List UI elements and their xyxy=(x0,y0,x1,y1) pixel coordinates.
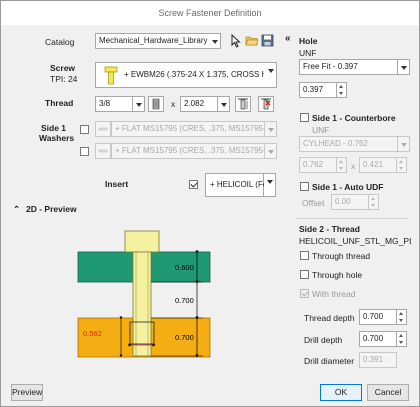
side2-title: Side 2 - Thread xyxy=(299,224,360,234)
thread-pitch-icon[interactable] xyxy=(148,96,164,112)
drill-depth-label: Drill depth xyxy=(304,335,343,345)
washer2-select[interactable]: + FLAT MS15795 (CRES, .375, MS15795-4 xyxy=(111,143,265,159)
offset-label: Offset xyxy=(302,198,325,208)
screw-shank xyxy=(132,251,152,357)
preview-collapse-icon[interactable]: ⌃ xyxy=(13,204,20,215)
insert-select[interactable]: + HELICOIL (Fo xyxy=(205,173,268,197)
insert-dropdown-arrow[interactable] xyxy=(264,173,276,197)
washer2-thumbnail-icon xyxy=(95,143,111,159)
cancel-button[interactable]: Cancel xyxy=(367,384,409,401)
through-thread-checkbox[interactable] xyxy=(300,251,309,260)
thread-length-dropdown-arrow[interactable] xyxy=(218,96,230,112)
washer1-dropdown-arrow[interactable] xyxy=(265,121,277,137)
counterbore-standard: UNF xyxy=(312,125,330,135)
counterbore-head-dropdown-arrow[interactable] xyxy=(398,136,410,152)
preview-section-title: 2D - Preview xyxy=(26,204,77,214)
pointer-select-icon[interactable] xyxy=(230,33,242,48)
dialog-window: Screw Fastener Definition Catalog Mechan… xyxy=(0,0,420,407)
window-title: Screw Fastener Definition xyxy=(1,1,419,25)
through-thread-label: Through thread xyxy=(312,251,371,261)
insert-checkbox[interactable] xyxy=(189,180,198,189)
thread-size-dropdown-arrow[interactable] xyxy=(133,96,145,112)
side2-thread-name: HELICOIL_UNF_STL_MG_PLS... xyxy=(299,236,411,246)
thread-depth-spinner[interactable] xyxy=(397,309,407,325)
screw-label: Screw xyxy=(50,63,76,73)
washer1-thumbnail-icon xyxy=(95,121,111,137)
washer1-checkbox[interactable] xyxy=(80,125,89,134)
dim-mid-label: 0.700 xyxy=(175,296,194,305)
counterbore-diameter-input[interactable]: 0.762 xyxy=(299,157,337,173)
insert-value: + HELICOIL (Fo xyxy=(210,180,268,189)
washers-label-washers: Washers xyxy=(39,133,75,143)
screw-thumbnail-icon xyxy=(104,66,118,85)
hole-diameter-spinner[interactable] xyxy=(337,82,347,98)
counterbore-title: Side 1 - Counterbore xyxy=(312,113,396,123)
preview-drawing: 0.600 0.700 0.700 0.562 xyxy=(77,230,211,358)
counterbore-x-label: x xyxy=(351,161,356,171)
dim-insert-label: 0.562 xyxy=(83,329,102,338)
thread-depth-input[interactable]: 0.700 xyxy=(359,309,397,325)
ok-button[interactable]: OK xyxy=(320,384,362,401)
screw-dropdown-arrow[interactable] xyxy=(265,62,277,88)
hole-fit-dropdown-arrow[interactable] xyxy=(398,59,410,75)
auto-udf-checkbox[interactable] xyxy=(300,182,309,191)
thread-remove-icon[interactable] xyxy=(258,96,274,112)
auto-udf-title: Side 1 - Auto UDF xyxy=(312,182,384,192)
preview-button[interactable]: Preview xyxy=(11,384,43,401)
counterbore-diameter-spinner[interactable] xyxy=(337,157,347,173)
thread-length-icon[interactable] xyxy=(235,96,251,112)
section-divider xyxy=(297,218,409,219)
catalog-select[interactable]: Mechanical_Hardware_Library xyxy=(95,33,210,49)
with-thread-label: With thread xyxy=(312,289,356,299)
washer2-dropdown-arrow[interactable] xyxy=(265,143,277,159)
dim-top-label: 0.600 xyxy=(175,263,194,272)
offset-input[interactable]: 0.00 xyxy=(331,194,369,210)
thread-label: Thread xyxy=(45,98,74,108)
thread-length-input[interactable]: 2.082 xyxy=(180,96,218,112)
drill-depth-spinner[interactable] xyxy=(397,331,407,347)
through-hole-checkbox[interactable] xyxy=(300,270,309,279)
thread-size-select[interactable]: 3/8 xyxy=(95,96,133,112)
washers-label-side1: Side 1 xyxy=(41,123,67,133)
screw-value: + EWBM26 (.375-24 X 1.375, CROSS HOL xyxy=(124,70,264,79)
counterbore-depth-input[interactable]: 0.421 xyxy=(359,157,397,173)
dim-bot-label: 0.700 xyxy=(175,333,194,342)
collapse-panel-icon[interactable]: « xyxy=(285,33,291,44)
thread-depth-label: Thread depth xyxy=(304,313,355,323)
hole-diameter-input[interactable]: 0.397 xyxy=(299,82,337,98)
catalog-dropdown-arrow[interactable] xyxy=(209,33,221,49)
tpi-label: TPI: 24 xyxy=(50,74,78,84)
drill-diameter-input[interactable]: 0.391 xyxy=(359,352,397,368)
thread-x-label: x xyxy=(171,99,176,109)
washer1-select[interactable]: + FLAT MS15795 (CRES, .375, MS15795-4 xyxy=(111,121,265,137)
hole-title: Hole xyxy=(299,36,318,46)
hole-fit-select[interactable]: Free Fit - 0.397 xyxy=(299,59,398,75)
offset-spinner[interactable] xyxy=(369,194,379,210)
drill-depth-input[interactable]: 0.700 xyxy=(359,331,397,347)
counterbore-checkbox[interactable] xyxy=(300,113,309,122)
screw-select[interactable]: + EWBM26 (.375-24 X 1.375, CROSS HOL xyxy=(95,62,266,88)
through-hole-label: Through hole xyxy=(312,270,363,280)
counterbore-head-select[interactable]: CYLHEAD - 0.762 xyxy=(299,136,398,152)
open-folder-icon[interactable] xyxy=(245,34,259,47)
save-icon[interactable] xyxy=(261,34,274,47)
with-thread-checkbox[interactable] xyxy=(300,289,309,298)
screw-head xyxy=(124,230,160,253)
insert-label: Insert xyxy=(105,179,129,189)
hole-standard: UNF xyxy=(299,48,317,58)
drill-diameter-label: Drill diameter xyxy=(304,356,355,366)
catalog-label: Catalog xyxy=(45,37,75,47)
preview-canvas: 0.600 0.700 0.700 0.562 xyxy=(77,229,211,359)
counterbore-depth-spinner[interactable] xyxy=(397,157,407,173)
washer2-checkbox[interactable] xyxy=(80,147,89,156)
